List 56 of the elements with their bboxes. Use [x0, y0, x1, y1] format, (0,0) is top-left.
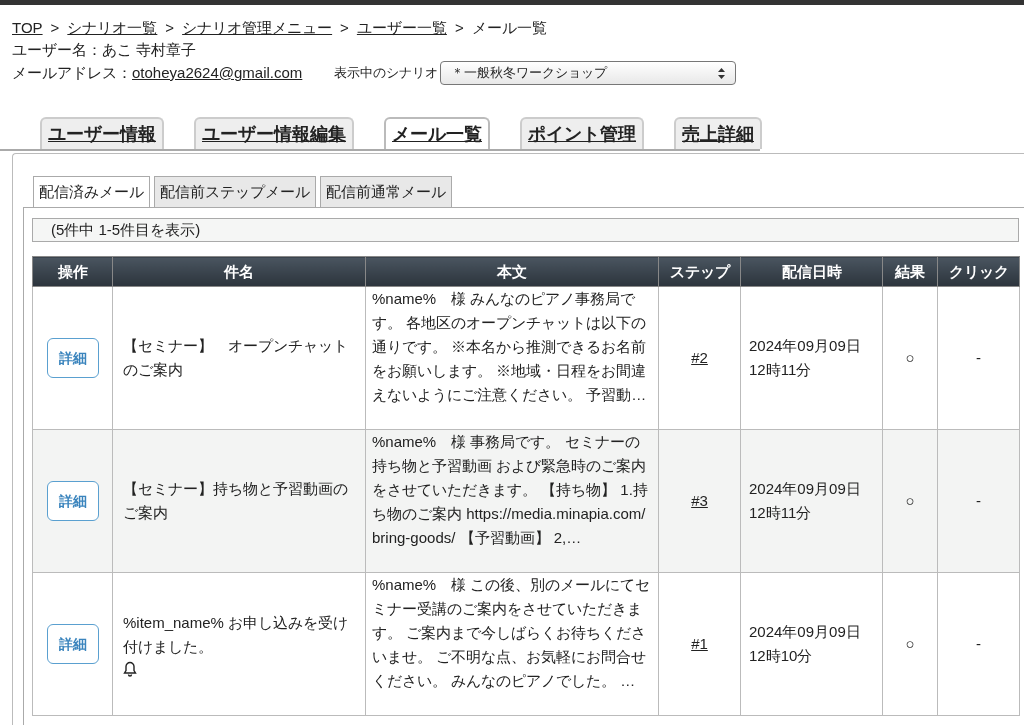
column-header: 件名 [112, 256, 366, 287]
body-text: %name% 様 この後、別のメールにてセミナー受講のご案内をさせていただきます。 ご案内まで今しばらくお待ちくださいませ。 ご不明な点、お気軽にお問合せください。 みんなのピアノでした。 … [372, 575, 652, 691]
sent-time: 12時11分 [749, 503, 813, 523]
step-link[interactable]: #1 [691, 635, 708, 652]
main-tab[interactable]: ポイント管理 [520, 117, 644, 149]
detail-button[interactable]: 詳細 [46, 481, 99, 521]
column-header: 本文 [365, 256, 659, 287]
scenario-label: 表示中のシナリオ [334, 64, 439, 82]
sent-date: 2024年09月09日 [749, 622, 862, 642]
subject-text: %item_name% お申し込みを受け付けました。 [123, 613, 350, 657]
detail-button[interactable]: 詳細 [46, 624, 99, 664]
scenario-select[interactable]: ＊一般秋冬ワークショップ [440, 61, 737, 85]
main-tab[interactable]: ユーザー情報 [40, 117, 164, 149]
main-tab[interactable]: メール一覧 [384, 117, 490, 149]
breadcrumb-separator: > [50, 18, 60, 38]
select-arrows-icon [718, 67, 726, 79]
subject-text: 【セミナー】持ち物と予習動画のご案内 [123, 479, 349, 523]
email-link[interactable]: otoheya2624@gmail.com [132, 62, 303, 84]
column-header: クリック [937, 256, 1020, 287]
breadcrumb-link[interactable]: ユーザー一覧 [356, 17, 447, 39]
subject-text: 【セミナー】 オープンチャットのご案内 [123, 336, 349, 380]
column-header: ステップ [658, 256, 741, 287]
step-link[interactable]: #3 [691, 492, 708, 509]
column-header: 配信日時 [740, 256, 883, 287]
sent-date: 2024年09月09日 [749, 336, 862, 356]
breadcrumb-separator: > [165, 18, 175, 38]
step-link[interactable]: #2 [691, 349, 708, 366]
breadcrumb-link[interactable]: TOP [12, 17, 43, 39]
breadcrumb-link[interactable]: シナリオ管理メニュー [182, 17, 333, 39]
result-mark: ○ [905, 349, 915, 366]
count-bar: (5件中 1-5件目を表示) [32, 218, 1019, 242]
column-header: 操作 [32, 256, 113, 287]
breadcrumb-separator: > [340, 18, 349, 38]
click-count: - [976, 635, 981, 652]
click-count: - [976, 492, 981, 509]
column-header: 結果 [882, 256, 938, 287]
sub-tab[interactable]: 配信前通常メール [320, 176, 452, 207]
user-name: あこ 寺村章子 [102, 40, 197, 60]
sub-tab[interactable]: 配信済みメール [33, 176, 150, 207]
sent-date: 2024年09月09日 [749, 479, 862, 499]
detail-button[interactable]: 詳細 [46, 338, 99, 378]
email-label: メールアドレス： [12, 63, 132, 83]
main-tab[interactable]: ユーザー情報編集 [194, 117, 354, 149]
user-name-label: ユーザー名： [12, 40, 102, 60]
sent-time: 12時11分 [749, 360, 813, 380]
breadcrumb-link[interactable]: シナリオ一覧 [67, 17, 158, 39]
click-count: - [976, 349, 981, 366]
result-mark: ○ [905, 492, 915, 509]
main-tab[interactable]: 売上詳細 [674, 117, 762, 149]
sub-tab[interactable]: 配信前ステップメール [154, 176, 316, 207]
sent-time: 12時10分 [749, 646, 814, 666]
body-text: %name% 様 事務局です。 セミナーの持ち物と予習動画 および緊急時のご案内をさせていただきます。 【持ち物】 1.持ち物のご案内 https://media.minapia.com/bring-goods/ 【予習動画】 2,… [372, 432, 649, 548]
body-text: %name% 様 みんなのピアノ事務局です。 各地区のオープンチャットは以下の通りです。 ※本名から推測できるお名前をお願いします。 ※地域・日程をお間違えないようにご注意ください。 予習動… [372, 289, 648, 405]
breadcrumb-separator: > [454, 18, 464, 38]
result-mark: ○ [905, 635, 915, 652]
breadcrumb-current: メール一覧 [471, 18, 547, 38]
